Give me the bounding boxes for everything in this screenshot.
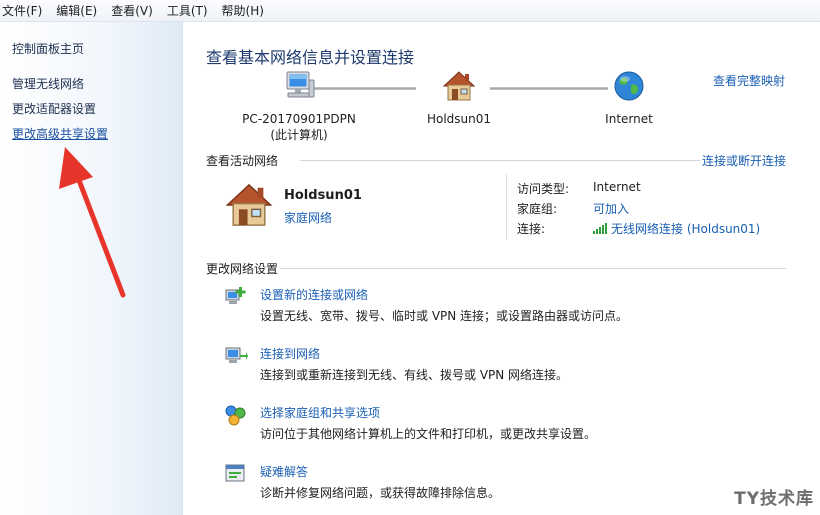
connection-label: 连接: [517,222,546,236]
map-node-network[interactable]: Holdsun01 [414,70,504,126]
sidebar-adapter-settings[interactable]: 更改适配器设置 [12,100,96,117]
home-network-icon [225,183,273,226]
section-divider [280,268,786,269]
menu-bar: 文件(F) 编辑(E) 查看(V) 工具(T) 帮助(H) [0,0,820,22]
computer-note: (此计算机) [270,128,328,142]
network-type-link[interactable]: 家庭网络 [284,209,332,226]
homegroup-sharing-desc: 访问位于其他网络计算机上的文件和打印机，或更改共享设置。 [260,427,597,441]
wireless-connection-link[interactable]: 无线网络连接 (Holdsun01) [593,220,760,237]
troubleshoot-link[interactable]: 疑难解答 [260,463,308,480]
troubleshoot-desc: 诊断并修复网络问题，或获得故障排除信息。 [260,486,501,500]
setup-connection-desc: 设置无线、宽带、拨号、临时或 VPN 连接；或设置路由器或访问点。 [260,309,629,323]
homegroup-icon [225,405,246,426]
access-type-value: Internet [593,180,641,194]
connect-network-icon [225,347,248,363]
sidebar-manage-wireless[interactable]: 管理无线网络 [12,75,84,92]
connect-disconnect-link[interactable]: 连接或断开连接 [702,152,786,169]
watermark-text: TY技术库 [734,489,814,509]
menu-tools[interactable]: 工具(T) [161,2,214,19]
homegroup-sharing-link[interactable]: 选择家庭组和共享选项 [260,404,380,421]
homegroup-join-link[interactable]: 可加入 [593,200,629,217]
view-full-map-link[interactable]: 查看完整映射 [713,72,785,89]
connect-network-desc: 连接到或重新连接到无线、有线、拨号或 VPN 网络连接。 [260,368,569,382]
network-name-map: Holdsun01 [426,112,492,126]
wifi-signal-icon [593,223,607,234]
computer-name: PC-20170901PDPN [242,112,356,126]
map-node-computer[interactable]: PC-20170901PDPN (此计算机) [234,70,364,143]
connect-network-link[interactable]: 连接到网络 [260,345,320,362]
menu-edit[interactable]: 编辑(E) [50,2,103,19]
new-connection-icon [225,287,246,304]
wireless-connection-text: 无线网络连接 (Holdsun01) [611,222,761,236]
map-node-internet[interactable]: Internet [584,70,674,126]
vertical-divider [506,174,507,240]
troubleshoot-icon [225,464,245,482]
access-type-label: 访问类型: [517,182,570,196]
active-networks-heading: 查看活动网络 [206,154,279,168]
homegroup-label: 家庭组: [517,202,558,216]
section-divider [300,160,700,161]
menu-view[interactable]: 查看(V) [105,2,159,19]
menu-file[interactable]: 文件(F) [0,2,48,19]
sidebar-control-panel-home[interactable]: 控制面板主页 [12,40,84,57]
red-arrow-annotation [59,147,126,298]
computer-icon [286,71,315,98]
internet-label: Internet [605,112,653,126]
main-panel: 查看基本网络信息并设置连接 查看完整映射 PC-20170901PDPN (此计… [184,22,820,515]
setup-connection-link[interactable]: 设置新的连接或网络 [260,286,368,303]
active-network-name: Holdsun01 [284,188,362,203]
change-settings-heading: 更改网络设置 [206,262,279,276]
house-icon [442,71,476,101]
page-title: 查看基本网络信息并设置连接 [206,48,415,67]
globe-icon [614,71,644,101]
menu-help[interactable]: 帮助(H) [216,2,270,19]
sidebar-advanced-sharing[interactable]: 更改高级共享设置 [12,125,108,142]
